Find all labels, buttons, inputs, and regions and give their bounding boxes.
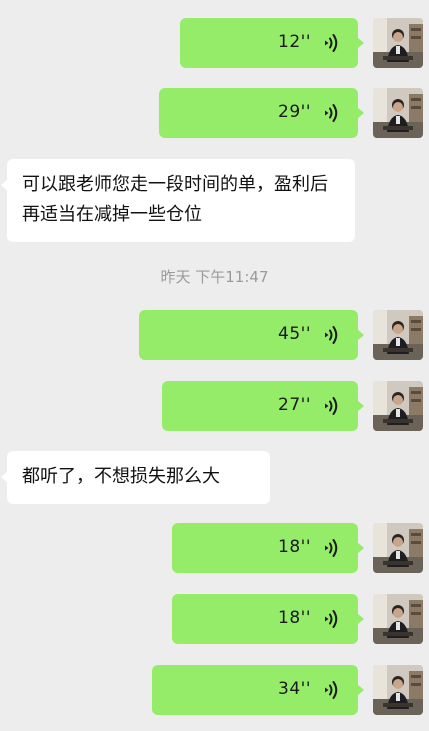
voice-message-1[interactable]: 12'' (180, 18, 364, 68)
user-avatar[interactable] (373, 310, 423, 360)
voice-duration: 27'' (278, 395, 311, 415)
voice-duration: 12'' (278, 32, 311, 52)
voice-wave-icon (324, 608, 340, 630)
voice-wave-icon (324, 324, 340, 346)
voice-wave-icon (324, 395, 340, 417)
voice-duration: 18'' (278, 608, 311, 628)
voice-duration: 18'' (278, 537, 311, 557)
message-text: 可以跟老师您走一段时间的单，盈利后再适当在减掉一些仓位 (22, 174, 328, 225)
user-avatar[interactable] (373, 18, 423, 68)
voice-duration: 45'' (278, 324, 311, 344)
voice-wave-icon (324, 537, 340, 559)
user-avatar[interactable] (373, 523, 423, 573)
voice-wave-icon (324, 102, 340, 124)
user-avatar[interactable] (373, 88, 423, 138)
timestamp: 昨天 下午11:47 (160, 268, 269, 286)
message-text: 都听了，不想损失那么大 (22, 466, 220, 487)
voice-duration: 34'' (278, 679, 311, 699)
voice-message-4[interactable]: 27'' (162, 381, 364, 431)
voice-wave-icon (324, 679, 340, 701)
voice-message-6[interactable]: 18'' (172, 594, 364, 644)
text-message-received-1[interactable]: 可以跟老师您走一段时间的单，盈利后再适当在减掉一些仓位 (1, 159, 355, 242)
voice-duration: 29'' (278, 102, 311, 122)
user-avatar[interactable] (373, 594, 423, 644)
voice-message-5[interactable]: 18'' (172, 523, 364, 573)
voice-message-3[interactable]: 45'' (139, 310, 364, 360)
text-message-received-2[interactable]: 都听了，不想损失那么大 (1, 451, 270, 504)
voice-message-7[interactable]: 34'' (152, 665, 364, 715)
voice-message-2[interactable]: 29'' (159, 88, 364, 138)
user-avatar[interactable] (373, 381, 423, 431)
voice-wave-icon (324, 32, 340, 54)
user-avatar[interactable] (373, 665, 423, 715)
